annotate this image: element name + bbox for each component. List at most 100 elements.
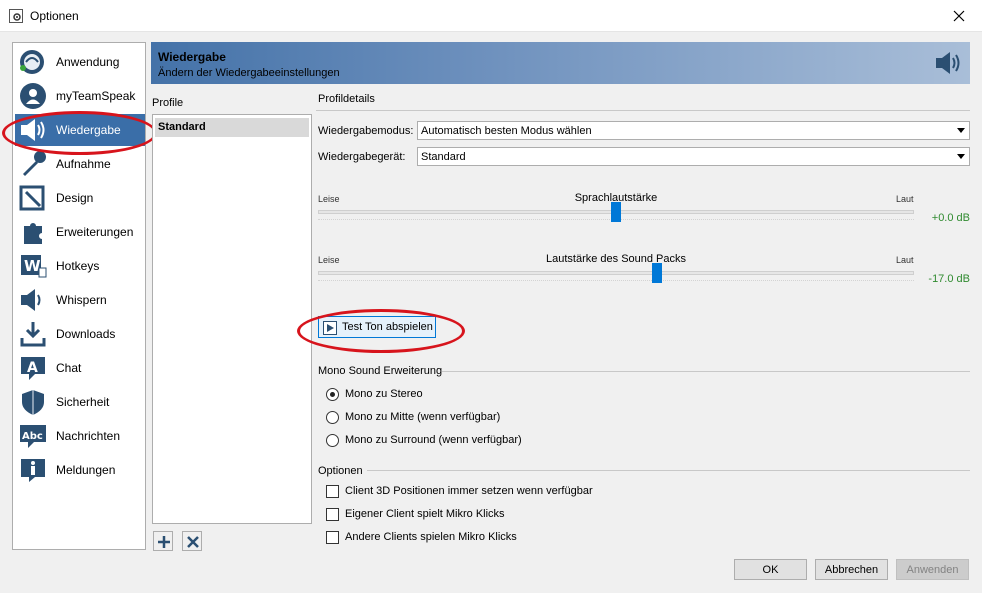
- speaker-icon: [936, 52, 960, 74]
- profile-item-label: Standard: [158, 121, 206, 133]
- voice-volume-slider-group: Leise Sprachlautstärke Laut +0.0 dB: [318, 192, 970, 234]
- svg-text:A: A: [27, 360, 38, 376]
- nav-label: Whispern: [56, 293, 107, 307]
- speaker-icon: [21, 119, 45, 141]
- radio-label: Mono zu Surround (wenn verfügbar): [345, 434, 522, 446]
- info-icon: [21, 459, 45, 482]
- nav-item-nachrichten[interactable]: Abc Nachrichten: [15, 420, 143, 452]
- divider: [316, 110, 970, 111]
- chat-icon: A: [21, 357, 45, 380]
- close-icon: [953, 10, 965, 22]
- apply-button[interactable]: Anwenden: [896, 559, 969, 580]
- soundpack-volume-slider-group: Leise Lautstärke des Sound Packs Laut -1…: [318, 253, 970, 295]
- playback-device-select[interactable]: Standard: [417, 147, 970, 166]
- shield-icon: [22, 390, 44, 415]
- nav-label: Anwendung: [56, 55, 120, 69]
- play-icon: [323, 321, 337, 335]
- nav-item-wiedergabe[interactable]: Wiedergabe: [15, 114, 143, 146]
- soundpack-volume-slider-thumb[interactable]: [652, 263, 662, 283]
- design-icon: [19, 185, 45, 211]
- profiles-label: Profile: [152, 97, 184, 109]
- nav-item-whispern[interactable]: Whispern: [15, 284, 143, 316]
- close-button[interactable]: [936, 0, 982, 32]
- chevron-down-icon: [957, 128, 965, 133]
- test-sound-button[interactable]: Test Ton abspielen: [318, 316, 436, 338]
- nav-label: Meldungen: [56, 463, 116, 477]
- settings-window-icon: [9, 9, 23, 23]
- nav-label: Design: [56, 191, 94, 205]
- nav-item-aufnahme[interactable]: Aufnahme: [15, 148, 143, 180]
- voice-volume-value: +0.0 dB: [931, 212, 970, 224]
- divider: [442, 371, 970, 372]
- soundpack-volume-slider[interactable]: [318, 271, 914, 275]
- remove-profile-button[interactable]: [182, 531, 202, 551]
- nav-label: Erweiterungen: [56, 225, 134, 239]
- nav-item-hotkeys[interactable]: W Hotkeys: [15, 250, 143, 282]
- playback-device-value: Standard: [421, 151, 466, 163]
- slider-title: Lautstärke des Sound Packs: [545, 253, 687, 265]
- apply-button-label: Anwenden: [906, 564, 959, 576]
- profile-list[interactable]: Standard: [152, 114, 312, 524]
- nav-label: Aufnahme: [56, 157, 111, 171]
- plus-icon: [158, 536, 170, 548]
- puzzle-icon: [24, 223, 42, 244]
- nav-label: Sicherheit: [56, 395, 110, 409]
- playback-mode-value: Automatisch besten Modus wählen: [421, 125, 592, 137]
- delete-icon: [187, 536, 199, 548]
- nav-item-sicherheit[interactable]: Sicherheit: [15, 386, 143, 418]
- window-title: Optionen: [30, 9, 79, 23]
- checkbox-label: Andere Clients spielen Mikro Klicks: [345, 531, 517, 543]
- checkbox[interactable]: [326, 485, 339, 498]
- nav-item-chat[interactable]: A Chat: [15, 352, 143, 384]
- radio-button[interactable]: [326, 388, 339, 401]
- whisper-icon: [21, 289, 41, 311]
- nav-item-downloads[interactable]: Downloads: [15, 318, 143, 350]
- checkbox-label: Eigener Client spielt Mikro Klicks: [345, 508, 505, 520]
- mono-group-title: Mono Sound Erweiterung: [318, 365, 443, 377]
- microphone-icon: [23, 151, 46, 176]
- checkbox-label: Client 3D Positionen immer setzen wenn v…: [345, 485, 593, 497]
- nav-item-anwendung[interactable]: Anwendung: [15, 46, 143, 78]
- add-profile-button[interactable]: [153, 531, 173, 551]
- checkbox[interactable]: [326, 531, 339, 544]
- cancel-button-label: Abbrechen: [824, 564, 879, 576]
- radio-label: Mono zu Stereo: [345, 388, 423, 400]
- download-icon: [20, 322, 46, 347]
- playback-mode-label: Wiedergabemodus:: [318, 125, 414, 137]
- messages-icon: Abc: [20, 425, 46, 448]
- radio-button[interactable]: [326, 434, 339, 447]
- test-sound-label: Test Ton abspielen: [342, 321, 433, 333]
- user-account-icon: [20, 83, 46, 109]
- nav-item-erweiterungen[interactable]: Erweiterungen: [15, 216, 143, 248]
- profile-item-standard[interactable]: Standard: [155, 118, 309, 137]
- checkbox[interactable]: [326, 508, 339, 521]
- slider-ticks: [318, 279, 914, 281]
- chevron-down-icon: [957, 154, 965, 159]
- hotkeys-icon: W: [21, 255, 47, 278]
- nav-label: Chat: [56, 361, 82, 375]
- ok-button[interactable]: OK: [734, 559, 807, 580]
- cancel-button[interactable]: Abbrechen: [815, 559, 888, 580]
- radio-label: Mono zu Mitte (wenn verfügbar): [345, 411, 501, 423]
- soundpack-volume-value: -17.0 dB: [928, 273, 970, 285]
- section-subtitle: Ändern der Wiedergabeeinstellungen: [158, 67, 340, 79]
- category-nav: Anwendung myTeamSpeak Wiedergabe Aufnahm…: [12, 42, 146, 550]
- profile-details-label: Profildetails: [318, 93, 375, 105]
- ok-button-label: OK: [762, 564, 779, 576]
- svg-text:W: W: [24, 257, 41, 275]
- teamspeak-logo-icon: [20, 50, 44, 74]
- radio-button[interactable]: [326, 411, 339, 424]
- nav-label: Nachrichten: [56, 429, 121, 443]
- voice-volume-slider-thumb[interactable]: [611, 202, 621, 222]
- section-header: Wiedergabe Ändern der Wiedergabeeinstell…: [151, 42, 970, 84]
- playback-mode-select[interactable]: Automatisch besten Modus wählen: [417, 121, 970, 140]
- section-title: Wiedergabe: [158, 50, 226, 64]
- nav-label: Hotkeys: [56, 259, 100, 273]
- nav-item-myteamspeak[interactable]: myTeamSpeak: [15, 80, 143, 112]
- nav-item-meldungen[interactable]: Meldungen: [15, 454, 143, 486]
- slider-high-label: Laut: [896, 255, 914, 265]
- divider: [367, 470, 970, 471]
- nav-item-design[interactable]: Design: [15, 182, 143, 214]
- playback-device-label: Wiedergabegerät:: [318, 151, 406, 163]
- slider-high-label: Laut: [896, 194, 914, 204]
